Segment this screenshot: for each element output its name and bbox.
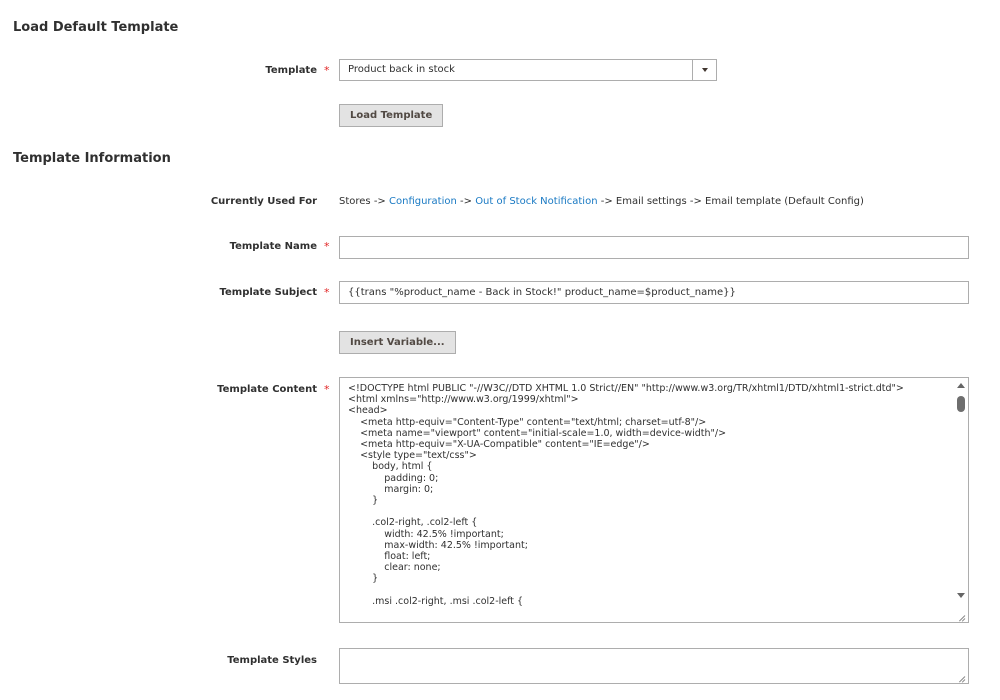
required-mark: * bbox=[324, 286, 330, 299]
template-styles-label: Template Styles bbox=[227, 655, 317, 666]
dropdown-arrow-icon[interactable] bbox=[692, 60, 716, 80]
template-select-value: Product back in stock bbox=[348, 64, 455, 75]
template-label: Template bbox=[265, 65, 317, 76]
required-mark: * bbox=[324, 383, 330, 396]
used-for-text: Stores -> bbox=[339, 196, 389, 207]
used-for-path: Stores -> Configuration -> Out of Stock … bbox=[339, 196, 864, 207]
scroll-down-icon[interactable] bbox=[957, 593, 965, 598]
out-of-stock-notification-link[interactable]: Out of Stock Notification bbox=[475, 196, 597, 207]
resize-handle-icon[interactable] bbox=[957, 672, 966, 681]
required-mark: * bbox=[324, 64, 330, 77]
template-name-label: Template Name bbox=[229, 241, 317, 252]
used-for-separator: -> bbox=[456, 196, 476, 207]
template-content-textarea[interactable]: <!DOCTYPE html PUBLIC "-//W3C//DTD XHTML… bbox=[339, 377, 969, 623]
template-name-input[interactable] bbox=[339, 236, 969, 259]
template-select[interactable]: Product back in stock bbox=[339, 59, 717, 81]
content-scrollbar[interactable] bbox=[954, 378, 968, 622]
section-title-template-info: Template Information bbox=[13, 151, 171, 166]
template-subject-input[interactable] bbox=[339, 281, 969, 304]
configuration-link[interactable]: Configuration bbox=[389, 196, 457, 207]
resize-handle-icon[interactable] bbox=[957, 611, 966, 620]
scroll-thumb[interactable] bbox=[957, 396, 965, 412]
used-for-rest: -> Email settings -> Email template (Def… bbox=[597, 196, 864, 207]
used-for-label: Currently Used For bbox=[210, 196, 317, 207]
template-subject-label: Template Subject bbox=[219, 287, 317, 298]
load-template-button[interactable]: Load Template bbox=[339, 104, 444, 127]
insert-variable-button[interactable]: Insert Variable... bbox=[339, 331, 456, 354]
template-content-label: Template Content bbox=[217, 384, 317, 395]
template-content-code: <!DOCTYPE html PUBLIC "-//W3C//DTD XHTML… bbox=[348, 383, 904, 607]
section-title-load-default: Load Default Template bbox=[13, 20, 179, 35]
template-styles-textarea[interactable] bbox=[339, 648, 969, 684]
required-mark: * bbox=[324, 240, 330, 253]
scroll-up-icon[interactable] bbox=[957, 383, 965, 388]
